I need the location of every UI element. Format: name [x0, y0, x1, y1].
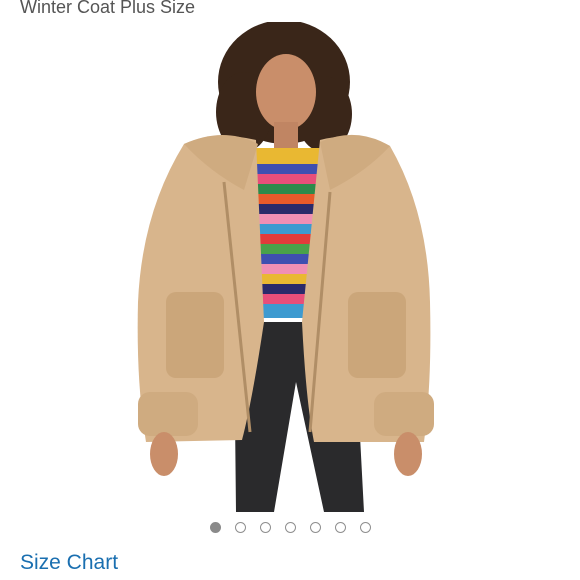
carousel-dot-4[interactable] — [284, 522, 296, 533]
carousel-dot-6[interactable] — [334, 522, 346, 533]
carousel-dot-5[interactable] — [309, 522, 321, 533]
carousel-dot-3[interactable] — [259, 522, 271, 533]
image-carousel-indicator — [0, 522, 580, 533]
size-chart-link[interactable]: Size Chart — [20, 551, 118, 575]
carousel-dot-1[interactable] — [209, 522, 221, 533]
carousel-dot-7[interactable] — [359, 522, 371, 533]
carousel-dot-2[interactable] — [234, 522, 246, 533]
product-title: Winter Coat Plus Size — [20, 0, 196, 17]
product-image[interactable] — [124, 22, 454, 512]
